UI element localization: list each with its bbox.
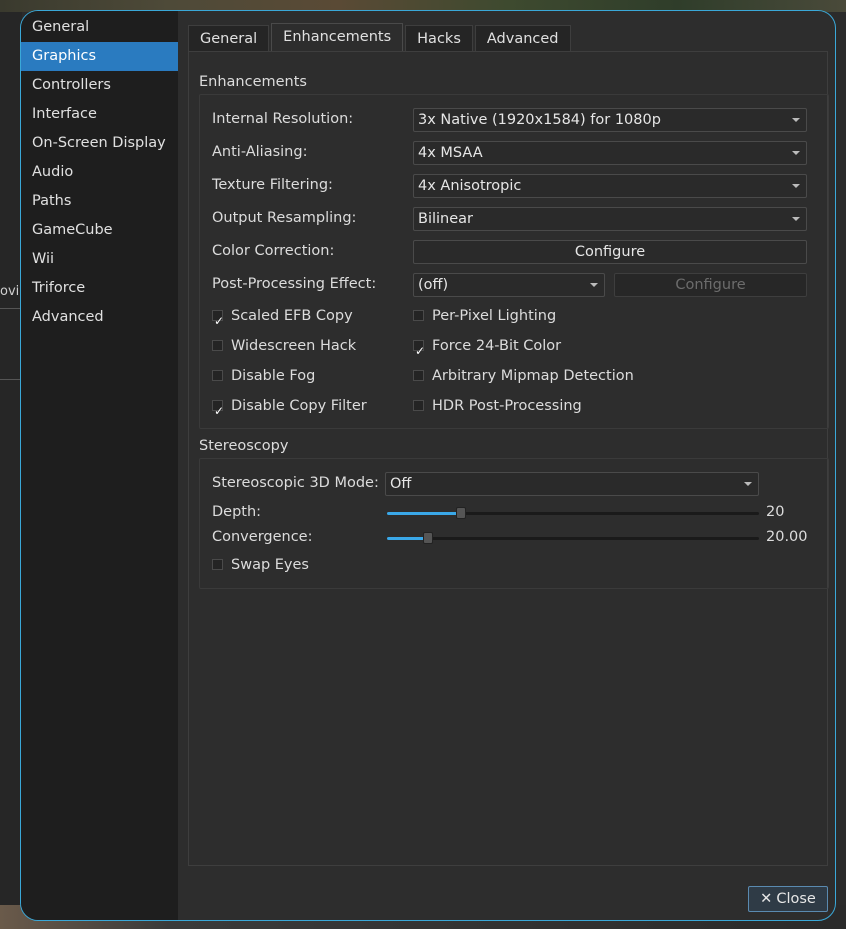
widescreen-hack-checkbox[interactable]: Widescreen Hack — [212, 336, 356, 356]
texture-filtering-value: 4x Anisotropic — [418, 178, 522, 194]
sidebar-item-general[interactable]: General — [21, 13, 178, 42]
checkmark-icon: ✓ — [415, 344, 426, 358]
convergence-label: Convergence: — [212, 529, 313, 545]
per-pixel-lighting-checkbox[interactable]: Per-Pixel Lighting — [413, 306, 556, 326]
disable-copy-filter-checkbox[interactable]: ✓ Disable Copy Filter — [212, 396, 367, 418]
checkbox-box — [413, 370, 424, 381]
sidebar-item-on-screen-display[interactable]: On-Screen Display — [21, 129, 178, 158]
color-correction-label: Color Correction: — [212, 243, 335, 259]
depth-label: Depth: — [212, 504, 262, 520]
chevron-down-icon — [744, 482, 752, 486]
swap-eyes-label: Swap Eyes — [231, 557, 309, 573]
chevron-down-icon — [792, 217, 800, 221]
arbitrary-mipmap-label: Arbitrary Mipmap Detection — [432, 368, 634, 384]
stereo-mode-value: Off — [390, 476, 412, 492]
slider-handle[interactable] — [456, 507, 467, 519]
chevron-down-icon — [792, 118, 800, 122]
internal-resolution-select[interactable]: 3x Native (1920x1584) for 1080p — [413, 108, 807, 132]
close-icon: ✕ — [760, 891, 773, 907]
tab-advanced[interactable]: Advanced — [474, 25, 571, 52]
anti-aliasing-label: Anti-Aliasing: — [212, 144, 308, 160]
checkbox-box: ✓ — [413, 340, 425, 358]
sidebar-item-gamecube[interactable]: GameCube — [21, 216, 178, 245]
scaled-efb-copy-checkbox[interactable]: ✓ Scaled EFB Copy — [212, 306, 353, 328]
hdr-post-processing-checkbox[interactable]: HDR Post-Processing — [413, 396, 582, 416]
checkbox-box — [413, 400, 424, 411]
sidebar-item-advanced[interactable]: Advanced — [21, 303, 178, 332]
checkmark-icon: ✓ — [214, 314, 225, 328]
tab-bar: General Enhancements Hacks Advanced — [188, 23, 573, 52]
sidebar-item-audio[interactable]: Audio — [21, 158, 178, 187]
tab-pane-enhancements: Enhancements Internal Resolution: 3x Nat… — [188, 51, 829, 866]
internal-resolution-label: Internal Resolution: — [212, 111, 354, 127]
disable-fog-checkbox[interactable]: Disable Fog — [212, 366, 315, 386]
checkbox-box — [212, 340, 223, 351]
slider-fill — [387, 537, 428, 540]
checkbox-box — [212, 370, 223, 381]
background-divider — [0, 379, 22, 380]
convergence-slider[interactable] — [387, 530, 759, 546]
depth-value: 20 — [766, 504, 785, 520]
checkbox-box: ✓ — [212, 400, 224, 418]
chevron-down-icon — [792, 184, 800, 188]
enhancements-group: Internal Resolution: 3x Native (1920x158… — [199, 94, 829, 429]
stereo-mode-label: Stereoscopic 3D Mode: — [212, 475, 379, 491]
slider-fill — [387, 512, 462, 515]
background-window: ovie — [0, 12, 22, 929]
sidebar-item-interface[interactable]: Interface — [21, 100, 178, 129]
hdr-post-processing-label: HDR Post-Processing — [432, 398, 582, 414]
graphics-settings-dialog: General Graphics Controllers Interface O… — [20, 10, 836, 921]
post-processing-select[interactable]: (off) — [413, 273, 605, 297]
stereoscopy-group-title: Stereoscopy — [199, 438, 289, 454]
color-correction-configure-button[interactable]: Configure — [413, 240, 807, 264]
post-processing-configure-button[interactable]: Configure — [614, 273, 807, 297]
background-divider — [0, 308, 22, 309]
scaled-efb-copy-label: Scaled EFB Copy — [231, 308, 353, 324]
output-resampling-select[interactable]: Bilinear — [413, 207, 807, 231]
stereoscopy-group: Stereoscopic 3D Mode: Off Depth: 20 Conv… — [199, 458, 829, 589]
sidebar: General Graphics Controllers Interface O… — [21, 11, 178, 920]
internal-resolution-value: 3x Native (1920x1584) for 1080p — [418, 112, 661, 128]
stereo-mode-select[interactable]: Off — [385, 472, 759, 496]
checkbox-box — [413, 310, 424, 321]
sidebar-item-paths[interactable]: Paths — [21, 187, 178, 216]
texture-filtering-select[interactable]: 4x Anisotropic — [413, 174, 807, 198]
depth-slider[interactable] — [387, 505, 759, 521]
sidebar-item-controllers[interactable]: Controllers — [21, 71, 178, 100]
checkbox-box: ✓ — [212, 310, 224, 328]
chevron-down-icon — [792, 151, 800, 155]
swap-eyes-checkbox[interactable]: Swap Eyes — [212, 555, 309, 575]
chevron-down-icon — [590, 283, 598, 287]
texture-filtering-label: Texture Filtering: — [212, 177, 333, 193]
post-processing-label: Post-Processing Effect: — [212, 276, 377, 292]
per-pixel-lighting-label: Per-Pixel Lighting — [432, 308, 557, 324]
tab-hacks[interactable]: Hacks — [405, 25, 473, 52]
slider-handle[interactable] — [422, 532, 433, 544]
convergence-value: 20.00 — [766, 529, 808, 545]
tab-general[interactable]: General — [188, 25, 270, 52]
close-button-label: Close — [776, 891, 816, 907]
force-24bit-color-checkbox[interactable]: ✓ Force 24-Bit Color — [413, 336, 562, 358]
post-processing-value: (off) — [418, 277, 449, 293]
force-24bit-color-label: Force 24-Bit Color — [432, 338, 562, 354]
checkbox-box — [212, 559, 223, 570]
tab-enhancements[interactable]: Enhancements — [271, 23, 404, 52]
sidebar-item-wii[interactable]: Wii — [21, 245, 178, 274]
arbitrary-mipmap-checkbox[interactable]: Arbitrary Mipmap Detection — [413, 366, 634, 386]
enhancements-group-title: Enhancements — [199, 74, 307, 90]
anti-aliasing-value: 4x MSAA — [418, 145, 483, 161]
close-button[interactable]: ✕ Close — [748, 886, 828, 912]
output-resampling-value: Bilinear — [418, 211, 473, 227]
widescreen-hack-label: Widescreen Hack — [231, 338, 357, 354]
sidebar-item-triforce[interactable]: Triforce — [21, 274, 178, 303]
checkmark-icon: ✓ — [214, 404, 225, 418]
disable-fog-label: Disable Fog — [231, 368, 316, 384]
anti-aliasing-select[interactable]: 4x MSAA — [413, 141, 807, 165]
disable-copy-filter-label: Disable Copy Filter — [231, 398, 367, 414]
output-resampling-label: Output Resampling: — [212, 210, 357, 226]
settings-content: General Enhancements Hacks Advanced Enha… — [178, 11, 835, 920]
background-peek-text: ovie — [0, 284, 20, 299]
sidebar-item-graphics[interactable]: Graphics — [21, 42, 178, 71]
slider-track — [387, 537, 759, 540]
